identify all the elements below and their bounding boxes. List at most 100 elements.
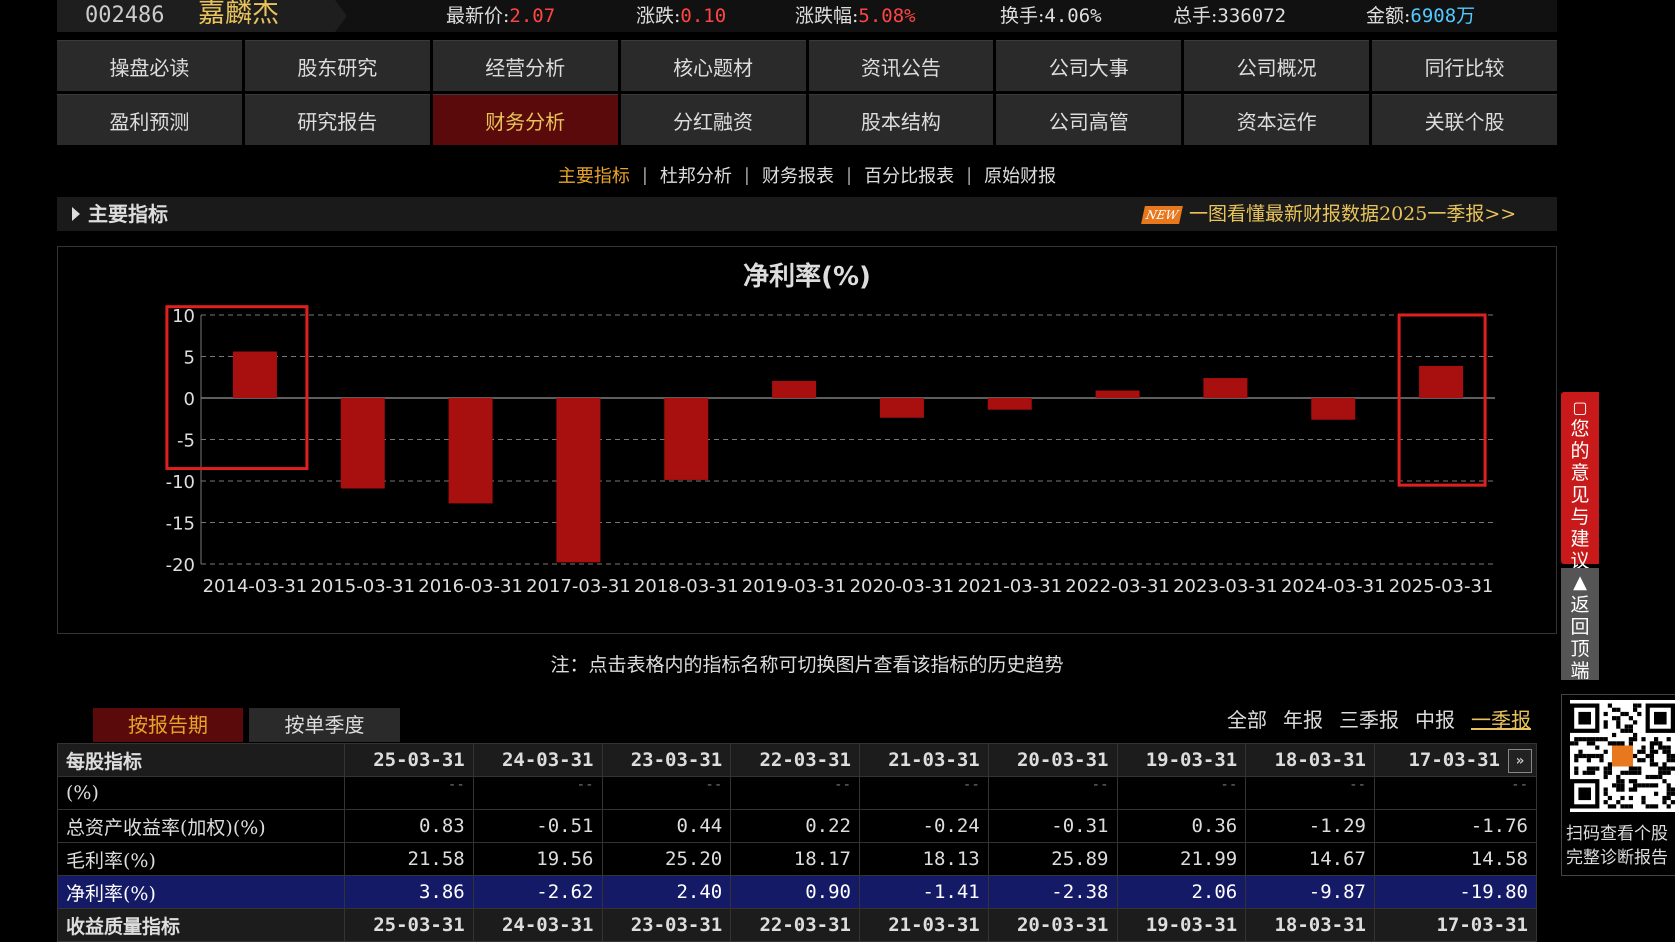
table-cell: -- (472, 776, 603, 810)
x-tick-label: 2023-03-31 (1173, 576, 1278, 597)
filter-1[interactable]: 年报 (1283, 704, 1323, 733)
bar-2019-03-31[interactable] (772, 380, 817, 398)
nav-row2-item-0[interactable]: 盈利预测 (57, 94, 242, 145)
comment-icon: ▢ (1572, 398, 1588, 417)
report-filters: 全部 年报 三季报 中报 一季报 (1227, 704, 1531, 733)
table-cell: 0.22 (730, 809, 860, 843)
x-tick-label: 2016-03-31 (418, 576, 523, 597)
filter-2[interactable]: 三季报 (1339, 704, 1399, 733)
nav-row1-item-4[interactable]: 资讯公告 (808, 40, 994, 91)
table-cell: 3.86 (344, 875, 474, 909)
column-date: 19-03-31 (1145, 749, 1238, 771)
table-header-col: 25-03-31 (344, 743, 474, 777)
y-tick-label: -10 (166, 472, 195, 493)
x-tick-label: 2017-03-31 (526, 576, 631, 597)
table-section-header-col: 24-03-31 (472, 908, 603, 942)
net-margin-chart: 净利率(%) 10 5 0 -5 -10 -15 -20 2014-03-31 2015-03-3… (165, 261, 1495, 597)
nav-row1-item-6[interactable]: 公司概况 (1184, 40, 1370, 91)
bar-2025-03-31[interactable] (1419, 365, 1464, 398)
feedback-label: 您的意见与建议 (1570, 418, 1590, 572)
filter-4[interactable]: 一季报 (1471, 704, 1531, 733)
x-tick-label: 2025-03-31 (1389, 576, 1494, 597)
tab-by-single-quarter[interactable]: 按单季度 (249, 708, 400, 742)
table-header: 每股指标 25-03-31 24-03-31 23-03-31 22-03-31 21-0… (57, 743, 1537, 777)
change-value: 0.10 (680, 5, 727, 27)
y-tick-label: -15 (166, 514, 195, 535)
nav-row2-item-2[interactable]: 财务分析 (432, 94, 618, 145)
column-date: 21-03-31 (888, 749, 980, 771)
nav-row1-item-5[interactable]: 公司大事 (996, 40, 1182, 91)
quote-volume: 总手:336072 (1173, 0, 1286, 32)
table-header-col: 20-03-31 (987, 743, 1118, 777)
subtab-separator: | (743, 164, 750, 186)
table-header-col: 24-03-31 (472, 743, 603, 777)
row-indicator-name[interactable]: (%) (57, 776, 345, 810)
table-header-col: 19-03-31 (1116, 743, 1247, 777)
subtab-4[interactable]: 原始财报 (982, 162, 1058, 188)
bar-2015-03-31[interactable] (340, 398, 385, 489)
section-title: 主要指标 (88, 202, 168, 226)
subtab-separator: | (966, 164, 973, 186)
nav-row2-item-5[interactable]: 公司高管 (996, 94, 1182, 145)
nav-row1-item-7[interactable]: 同行比较 (1372, 40, 1557, 91)
bar-2021-03-31[interactable] (987, 398, 1032, 410)
table-cell: 0.83 (344, 809, 474, 843)
row-indicator-name[interactable]: 净利率(%) (57, 875, 345, 909)
bar-2020-03-31[interactable] (879, 398, 924, 418)
table-header-col: 17-03-31 » (1374, 743, 1537, 777)
nav-row2-item-7[interactable]: 关联个股 (1372, 94, 1557, 145)
nav-row1-item-0[interactable]: 操盘必读 (57, 40, 242, 91)
indicator-table: 每股指标 25-03-31 24-03-31 23-03-31 22-03-31 21-0… (57, 743, 1537, 942)
subtab-3[interactable]: 百分比报表 (862, 162, 956, 188)
bar-2024-03-31[interactable] (1311, 398, 1356, 420)
column-date: 21-03-31 (888, 914, 980, 936)
bar-2016-03-31[interactable] (448, 398, 493, 504)
nav-row2-item-6[interactable]: 资本运作 (1184, 94, 1370, 145)
row-indicator-name[interactable]: 总资产收益率(加权)(%) (57, 809, 345, 843)
triangle-right-icon[interactable] (72, 207, 80, 221)
next-columns-icon[interactable]: » (1508, 749, 1532, 773)
table-cell: -9.87 (1245, 875, 1375, 909)
nav-row1-item-1[interactable]: 股东研究 (244, 40, 430, 91)
nav-row2-item-1[interactable]: 研究报告 (244, 94, 430, 145)
bar-2017-03-31[interactable] (556, 398, 601, 563)
bar-2014-03-31[interactable] (232, 351, 277, 398)
nav-row1-item-2[interactable]: 经营分析 (432, 40, 618, 91)
qr-code[interactable] (1570, 700, 1675, 812)
table-cell: 14.67 (1245, 842, 1375, 876)
column-date: 25-03-31 (373, 749, 465, 771)
table-cell: -2.38 (987, 875, 1118, 909)
subtab-2[interactable]: 财务报表 (760, 162, 836, 188)
tab-by-report-period[interactable]: 按报告期 (93, 708, 243, 742)
column-date: 17-03-31 (1436, 914, 1528, 936)
turnover-label: 换手: (1000, 5, 1045, 27)
subtab-0[interactable]: 主要指标 (556, 162, 632, 188)
bar-2023-03-31[interactable] (1203, 378, 1248, 398)
table-cell: -- (344, 776, 474, 810)
nav-row2-item-3[interactable]: 分红融资 (620, 94, 806, 145)
filter-3[interactable]: 中报 (1415, 704, 1455, 733)
x-tick-label: 2024-03-31 (1281, 576, 1386, 597)
table-cell: -1.29 (1245, 809, 1375, 843)
nav-row1-item-3[interactable]: 核心题材 (620, 40, 806, 91)
column-date: 18-03-31 (1274, 914, 1366, 936)
column-date: 23-03-31 (630, 914, 723, 936)
column-date: 25-03-31 (373, 914, 465, 936)
row-indicator-name[interactable]: 毛利率(%) (57, 842, 345, 876)
subtab-1[interactable]: 杜邦分析 (658, 162, 734, 188)
table-section-header-col: 23-03-31 (601, 908, 732, 942)
table-cell: 19.56 (472, 842, 603, 876)
nav-row2-item-4[interactable]: 股本结构 (808, 94, 994, 145)
table-cell: 0.44 (601, 809, 732, 843)
table-row: 总资产收益率(加权)(%) 0.83 -0.51 0.44 0.22 -0.24 -0.31… (57, 809, 1537, 843)
feedback-button[interactable]: ▢ 您的意见与建议 (1561, 392, 1599, 572)
stock-name: 嘉麟杰 (198, 0, 279, 29)
report-link[interactable]: 一图看懂最新财报数据2025一季报>> (1189, 197, 1516, 231)
bar-2018-03-31[interactable] (664, 398, 709, 480)
bar-2022-03-31[interactable] (1095, 390, 1140, 398)
filter-0[interactable]: 全部 (1227, 704, 1267, 733)
table-cell: -19.80 (1374, 875, 1537, 909)
quote-change: 涨跌:0.10 (636, 0, 726, 32)
back-to-top-button[interactable]: ▲ 返回顶端 (1561, 568, 1599, 682)
quote-price: 最新价:2.07 (446, 0, 555, 32)
